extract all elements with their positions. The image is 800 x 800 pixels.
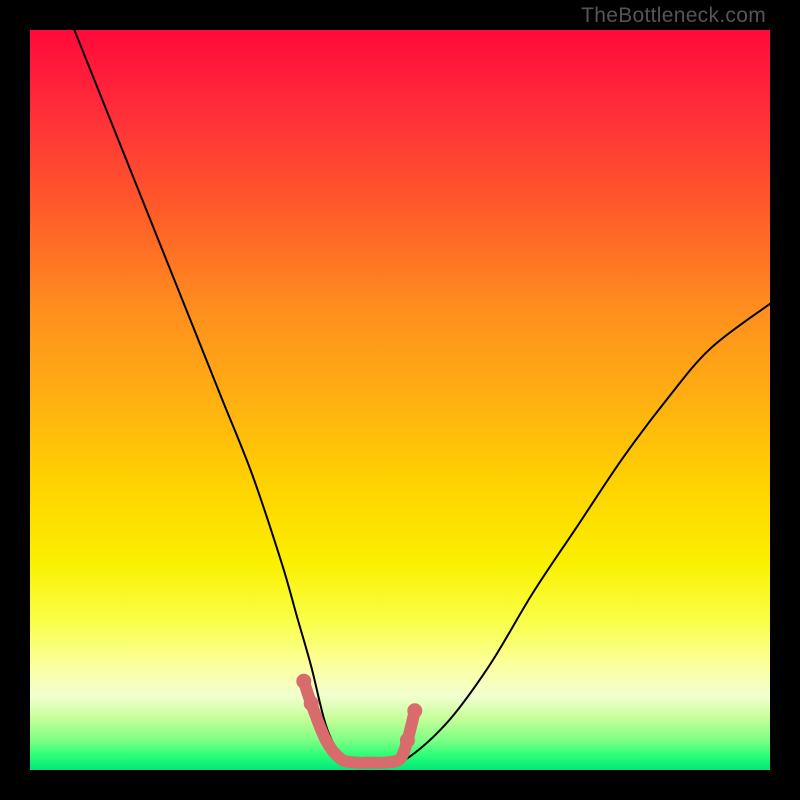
highlight-segment — [304, 681, 415, 763]
bottleneck-curve — [74, 30, 770, 765]
plot-area — [30, 30, 770, 770]
highlight-dot — [296, 674, 311, 689]
watermark-text: TheBottleneck.com — [581, 4, 766, 28]
highlight-dot — [407, 703, 422, 718]
highlight-dot — [400, 733, 415, 748]
chart-frame: TheBottleneck.com — [0, 0, 800, 800]
curve-svg — [30, 30, 770, 770]
highlight-dot — [304, 696, 319, 711]
